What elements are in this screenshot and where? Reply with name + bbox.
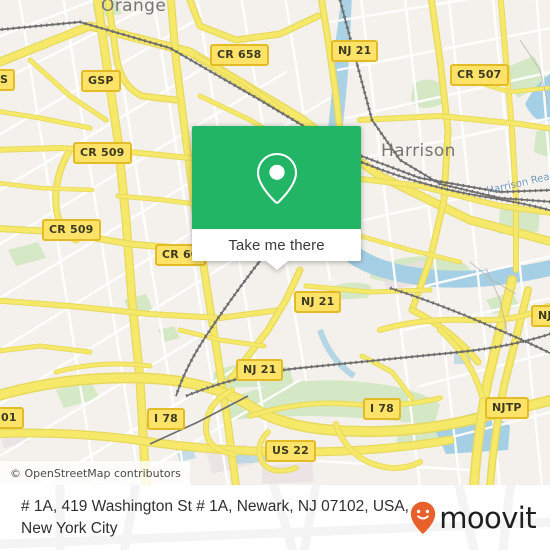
highway-shield: CR 658 — [210, 44, 269, 66]
highway-shield: NJT — [531, 305, 550, 327]
moovit-map-screen: .rd { fill:none; stroke:#f6e96a; stroke-… — [0, 0, 550, 550]
highway-shield: NJ 21 — [331, 40, 379, 62]
highway-shield: NJTP — [485, 397, 529, 419]
highway-shield: 01 — [0, 407, 24, 429]
take-me-there-label: Take me there — [228, 236, 325, 254]
highway-shield: I 78 — [363, 398, 402, 420]
osm-attribution-text: © OpenStreetMap contributors — [10, 466, 181, 480]
highway-shield: NJ 21 — [294, 291, 342, 313]
moovit-wordmark: moovit — [439, 501, 536, 535]
highway-shield: CR 509 — [42, 219, 101, 241]
location-pin-icon — [256, 152, 297, 204]
location-callout-card[interactable]: Take me there — [192, 126, 361, 270]
moovit-smile-pin-icon — [411, 501, 436, 534]
moovit-logo[interactable]: moovit — [410, 501, 537, 535]
highway-shield: CR 507 — [450, 64, 509, 86]
callout-pointer-tail — [265, 261, 288, 270]
map-canvas[interactable]: .rd { fill:none; stroke:#f6e96a; stroke-… — [0, 0, 550, 485]
highway-shield: US 22 — [265, 440, 316, 462]
callout-footer[interactable]: Take me there — [192, 229, 361, 261]
footer-content: # 1A, 419 Washington St # 1A, Newark, NJ… — [0, 485, 550, 550]
highway-shield: NJ 21 — [236, 359, 284, 381]
callout-header — [192, 126, 361, 229]
highway-shield: S — [0, 69, 16, 91]
highway-shield: GSP — [81, 70, 121, 92]
highway-shield: CR 509 — [73, 142, 132, 164]
footer-bar: # 1A, 419 Washington St # 1A, Newark, NJ… — [0, 485, 550, 550]
address-text: # 1A, 419 Washington St # 1A, Newark, NJ… — [21, 498, 409, 537]
highway-shield: I 78 — [147, 408, 186, 430]
osm-attribution[interactable]: © OpenStreetMap contributors — [0, 461, 190, 485]
